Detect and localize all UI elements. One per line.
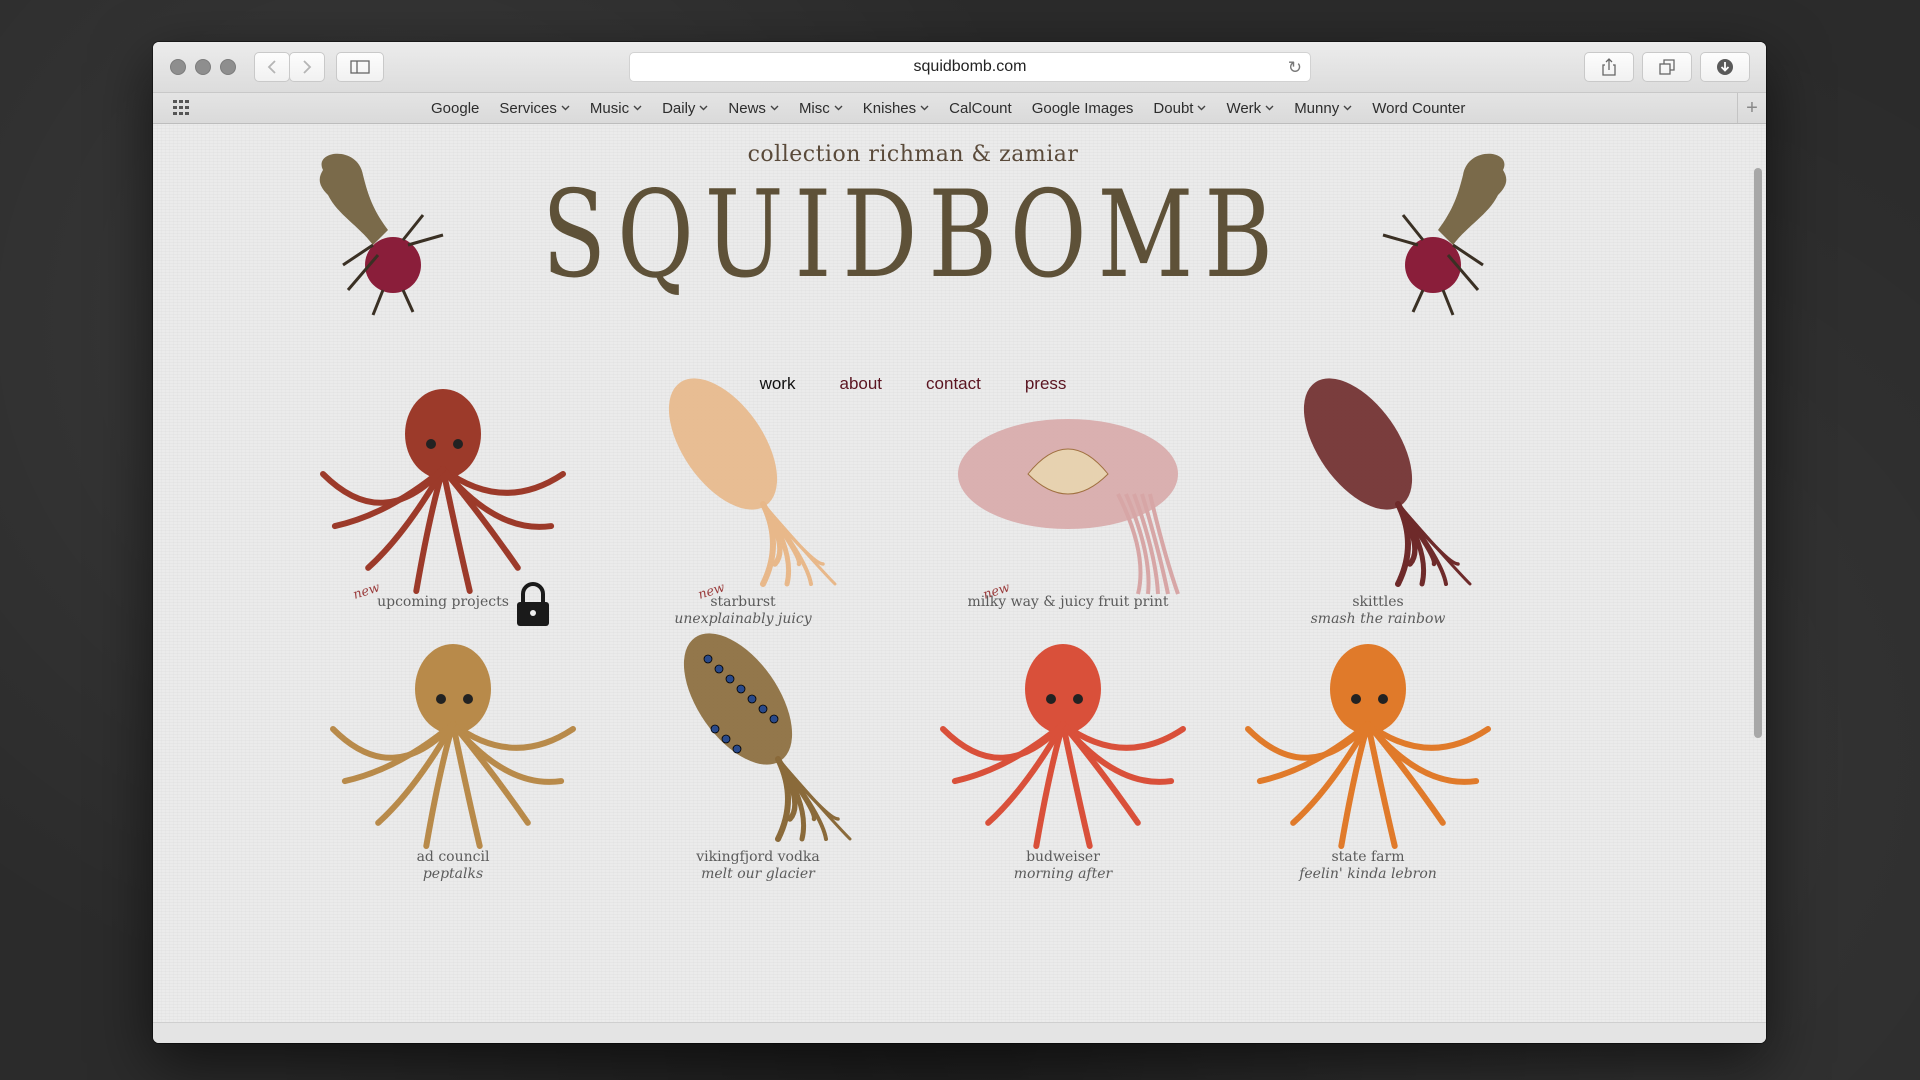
tile-title: ad council	[416, 849, 490, 865]
chevron-down-icon	[834, 103, 843, 114]
bookmark-label: Doubt	[1153, 99, 1194, 117]
portfolio-tile[interactable]: ad council peptalks	[303, 619, 603, 949]
tile-title: budweiser	[1026, 849, 1100, 865]
tile-title: state farm	[1331, 849, 1405, 865]
chevron-left-icon	[267, 59, 277, 75]
vertical-scrollbar[interactable]	[1748, 124, 1766, 1023]
bookmark-label: News	[728, 99, 766, 117]
page-content: collection richman & zamiar SQUIDBOMB wo…	[153, 124, 1766, 1023]
browser-window: squidbomb.com ↻ Google Services Music Daily…	[153, 42, 1766, 1043]
bookmark-item[interactable]: Doubt	[1143, 100, 1216, 117]
bookmark-item[interactable]: Google	[421, 100, 489, 117]
bookmark-item[interactable]: Services	[489, 100, 580, 117]
tile-subtitle: morning after	[1013, 866, 1113, 882]
portfolio-tile[interactable]: budweiser morning after	[913, 619, 1213, 949]
bookmark-label: Word Counter	[1372, 99, 1466, 117]
tile-title: vikingfjord vodka	[696, 849, 820, 865]
bookmark-item[interactable]: Daily	[652, 100, 718, 117]
bookmark-item[interactable]: CalCount	[939, 100, 1022, 117]
tabs-icon	[1659, 59, 1675, 75]
scrollbar-thumb[interactable]	[1754, 168, 1762, 738]
cephalopod-illustration-icon	[628, 619, 888, 874]
chevron-down-icon	[1343, 103, 1352, 114]
tile-subtitle: peptalks	[422, 866, 484, 882]
plus-icon[interactable]: +	[1737, 93, 1766, 123]
chevron-right-icon	[302, 59, 312, 75]
grid-icon[interactable]	[173, 100, 191, 116]
portfolio-tile[interactable]: vikingfjord vodka melt our glacier	[603, 619, 913, 949]
chevron-down-icon	[920, 103, 929, 114]
address-bar[interactable]: squidbomb.com ↻	[629, 52, 1311, 82]
cephalopod-illustration-icon	[313, 364, 573, 619]
url-text: squidbomb.com	[913, 58, 1027, 75]
cephalopod-illustration-icon	[933, 619, 1193, 874]
downloads-button[interactable]	[1700, 52, 1750, 82]
bookmark-item[interactable]: News	[718, 100, 789, 117]
bookmark-label: Munny	[1294, 99, 1340, 117]
close-window-button[interactable]	[170, 59, 186, 75]
bookmark-item[interactable]: Misc	[789, 100, 853, 117]
bookmark-label: Daily	[662, 99, 696, 117]
cephalopod-illustration-icon	[938, 364, 1198, 619]
zoom-window-button[interactable]	[220, 59, 236, 75]
tile-title: skittles	[1352, 594, 1404, 610]
bookmark-label: Services	[499, 99, 557, 117]
forward-button[interactable]	[289, 52, 325, 82]
site-logo[interactable]: SQUIDBOMB	[320, 166, 1506, 306]
site-tagline: collection richman & zamiar	[747, 142, 1079, 167]
download-icon	[1716, 58, 1734, 76]
chevron-down-icon	[561, 103, 570, 114]
reload-icon[interactable]: ↻	[1288, 58, 1302, 78]
bookmarks-bar: Google Services Music Daily News Misc Knishes C…	[153, 93, 1766, 124]
cephalopod-illustration-icon	[613, 364, 873, 619]
bookmark-item[interactable]: Music	[580, 100, 652, 117]
bookmark-label: Misc	[798, 99, 830, 117]
bookmark-label: Google Images	[1031, 99, 1134, 117]
tile-subtitle: feelin' kinda lebron	[1299, 866, 1437, 882]
bookmark-label: Google	[431, 99, 480, 117]
tile-caption: ad council peptalks	[303, 849, 603, 883]
bookmark-item[interactable]: Word Counter	[1362, 100, 1475, 117]
bookmark-label: Music	[589, 99, 630, 117]
chevron-down-icon	[1197, 103, 1206, 114]
back-button[interactable]	[254, 52, 290, 82]
minimize-window-button[interactable]	[195, 59, 211, 75]
chevron-down-icon	[770, 103, 779, 114]
bookmark-items: Google Services Music Daily News Misc Knishes C…	[421, 93, 1475, 123]
chevron-down-icon	[633, 103, 642, 114]
tile-subtitle: melt our glacier	[701, 866, 815, 882]
bookmark-item[interactable]: Google Images	[1022, 100, 1144, 117]
tile-caption: state farm feelin' kinda lebron	[1213, 849, 1523, 883]
tile-caption: vikingfjord vodka melt our glacier	[603, 849, 913, 883]
cephalopod-illustration-icon	[323, 619, 583, 874]
cephalopod-illustration-icon	[1248, 364, 1508, 619]
bookmark-label: CalCount	[949, 99, 1012, 117]
share-icon	[1601, 58, 1617, 76]
sidebar-icon	[350, 60, 370, 74]
tile-caption: milky way & juicy fruit print	[908, 594, 1228, 611]
tabs-overview-button[interactable]	[1642, 52, 1692, 82]
bookmark-label: Knishes	[862, 99, 917, 117]
portfolio-tile[interactable]: state farm feelin' kinda lebron	[1213, 619, 1523, 949]
bookmark-item[interactable]: Knishes	[853, 100, 939, 117]
horizontal-scrollbar[interactable]	[153, 1022, 1766, 1043]
bookmark-item[interactable]: Munny	[1284, 100, 1362, 117]
chevron-down-icon	[1265, 103, 1274, 114]
sidebar-toggle-button[interactable]	[336, 52, 384, 82]
bookmark-item[interactable]: Werk	[1216, 100, 1284, 117]
cephalopod-illustration-icon	[1238, 619, 1498, 874]
browser-toolbar: squidbomb.com ↻	[153, 42, 1766, 93]
share-button[interactable]	[1584, 52, 1634, 82]
tile-caption: budweiser morning after	[913, 849, 1213, 883]
chevron-down-icon	[699, 103, 708, 114]
tile-title: upcoming projects	[377, 594, 509, 610]
bookmark-label: Werk	[1226, 99, 1262, 117]
